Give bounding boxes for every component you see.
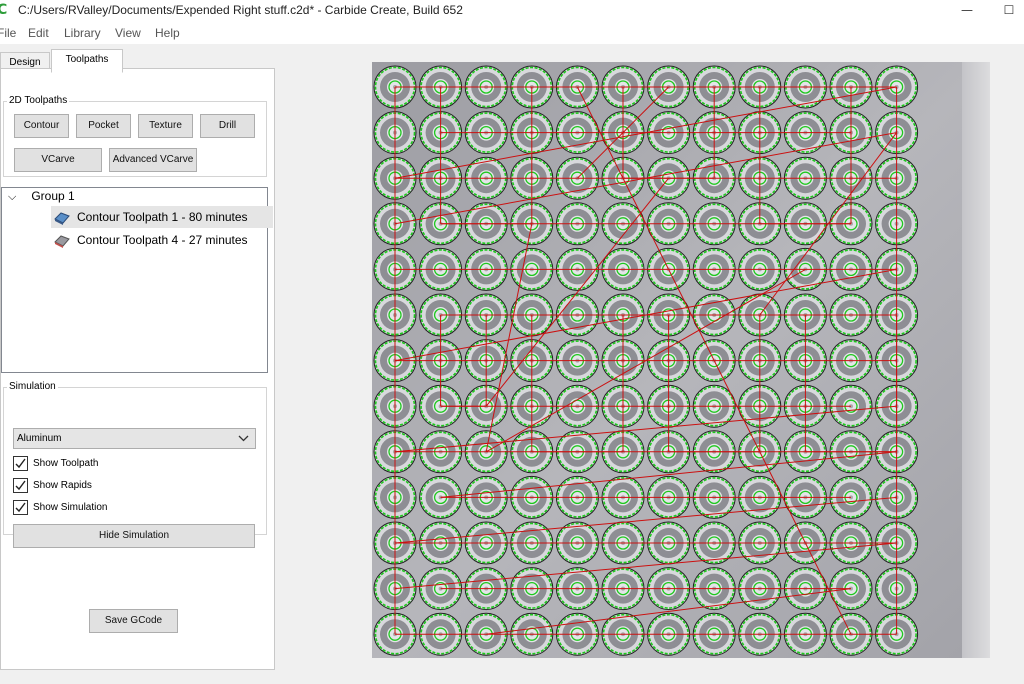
drill-button[interactable]: Drill bbox=[200, 114, 255, 138]
advanced-vcarve-button[interactable]: Advanced VCarve bbox=[109, 148, 197, 172]
show-toolpath-label: Show Toolpath bbox=[33, 458, 99, 470]
toolpath-tree[interactable]: ⌵ Group 1 Contour Toolpath 1 - 80 minute… bbox=[1, 187, 273, 373]
material-value: Aluminum bbox=[17, 433, 62, 444]
show-rapids-label: Show Rapids bbox=[33, 480, 92, 492]
texture-button[interactable]: Texture bbox=[138, 114, 193, 138]
checkbox-checked-icon[interactable] bbox=[13, 456, 28, 471]
toolpath-blue-icon bbox=[53, 209, 70, 226]
toolpath-red-icon bbox=[53, 232, 70, 249]
tree-group-row[interactable]: ⌵ Group 1 bbox=[8, 189, 75, 204]
hide-simulation-button[interactable]: Hide Simulation bbox=[13, 524, 255, 548]
title-bar: C C:/Users/RValley/Documents/Expended Ri… bbox=[0, 0, 1024, 22]
tree-item-label: Contour Toolpath 1 - 80 minutes bbox=[77, 210, 248, 224]
checkbox-checked-icon[interactable] bbox=[13, 478, 28, 493]
simulation-title: Simulation bbox=[7, 381, 58, 392]
left-panel: Design Toolpaths 2D Toolpaths Contour Po… bbox=[0, 44, 276, 684]
tree-item-contour-4[interactable]: Contour Toolpath 4 - 27 minutes bbox=[51, 229, 248, 251]
checkbox-checked-icon[interactable] bbox=[13, 500, 28, 515]
menu-view[interactable]: View bbox=[115, 26, 141, 40]
menu-library[interactable]: Library bbox=[64, 26, 101, 40]
tree-item-contour-1[interactable]: Contour Toolpath 1 - 80 minutes bbox=[51, 206, 273, 228]
toolpaths-tab-page: 2D Toolpaths Contour Pocket Texture Dril… bbox=[0, 68, 275, 670]
pocket-button[interactable]: Pocket bbox=[76, 114, 131, 138]
menu-help[interactable]: Help bbox=[155, 26, 180, 40]
material-select[interactable]: Aluminum bbox=[13, 428, 256, 449]
show-simulation-label: Show Simulation bbox=[33, 502, 108, 514]
toolpaths-2d-title: 2D Toolpaths bbox=[7, 95, 70, 106]
show-simulation-checkbox[interactable]: Show Simulation bbox=[13, 500, 107, 515]
menu-file[interactable]: File bbox=[0, 26, 16, 40]
carbide-create-logo-icon: C bbox=[0, 2, 8, 18]
save-gcode-button[interactable]: Save GCode bbox=[89, 609, 178, 633]
maximize-button[interactable]: ☐ bbox=[986, 0, 1024, 22]
show-toolpath-checkbox[interactable]: Show Toolpath bbox=[13, 456, 98, 471]
stock-edge bbox=[962, 62, 990, 658]
minimize-button[interactable]: — bbox=[944, 0, 990, 22]
vcarve-button[interactable]: VCarve bbox=[14, 148, 102, 172]
window-title: C:/Users/RValley/Documents/Expended Righ… bbox=[18, 3, 463, 17]
menu-bar: File Edit Library View Help bbox=[0, 22, 1024, 44]
tab-toolpaths[interactable]: Toolpaths bbox=[51, 49, 123, 73]
tree-group-label: Group 1 bbox=[31, 189, 75, 203]
workpiece-simulation[interactable] bbox=[372, 62, 990, 658]
contour-button[interactable]: Contour bbox=[14, 114, 69, 138]
chevron-down-icon bbox=[238, 435, 249, 442]
menu-edit[interactable]: Edit bbox=[28, 26, 49, 40]
show-rapids-checkbox[interactable]: Show Rapids bbox=[13, 478, 92, 493]
tree-item-label: Contour Toolpath 4 - 27 minutes bbox=[77, 233, 248, 247]
chevron-down-icon[interactable]: ⌵ bbox=[8, 190, 20, 204]
design-canvas[interactable] bbox=[276, 44, 1024, 684]
